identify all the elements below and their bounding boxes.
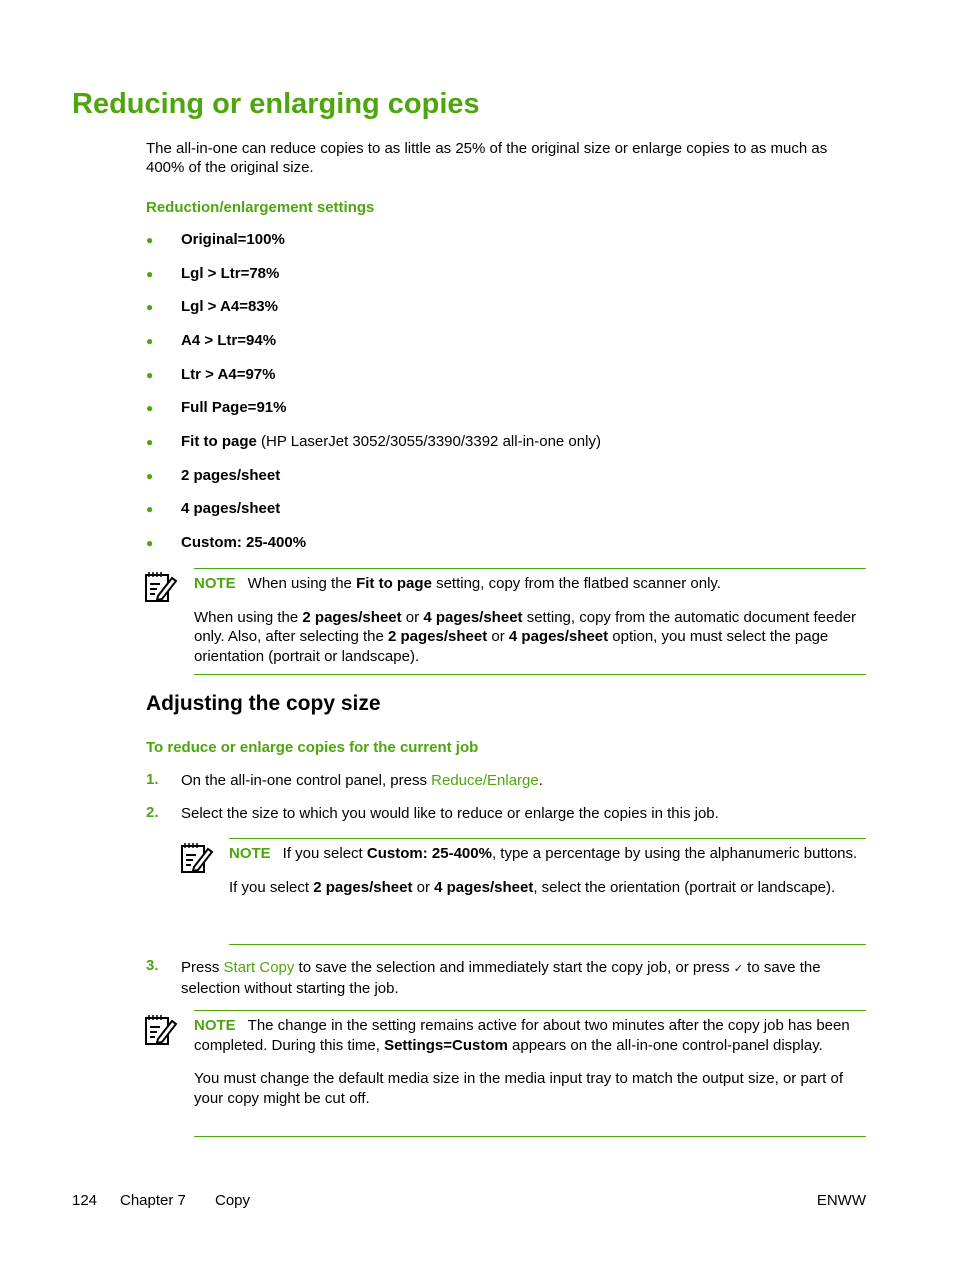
note-icon <box>145 572 178 602</box>
note1-paragraph-2: When using the 2 pages/sheet or 4 pages/… <box>194 608 857 665</box>
step-number: 3. <box>146 957 159 974</box>
reduce-enlarge-button-ref: Reduce/Enlarge <box>431 772 539 789</box>
note2-paragraph-2: If you select 2 pages/sheet or 4 pages/s… <box>229 878 836 896</box>
section-heading: Adjusting the copy size <box>146 692 381 715</box>
note-icon <box>145 1015 178 1045</box>
settings-heading: Reduction/enlargement settings <box>146 199 375 216</box>
bullet-icon: ● <box>146 401 154 415</box>
bullet-icon: ● <box>146 502 154 516</box>
step-number: 2. <box>146 804 159 821</box>
step-number: 1. <box>146 771 159 788</box>
bullet-icon: ● <box>146 435 154 449</box>
footer-page-number: 124 <box>72 1192 98 1209</box>
footer-right: ENWW <box>816 1192 866 1209</box>
bullet-icon: ● <box>146 368 154 382</box>
step-3-text: Press Start Copy to save the selection a… <box>181 959 821 997</box>
intro-paragraph: The all-in-one can reduce copies to as l… <box>146 140 828 176</box>
note3-paragraph-2: You must change the default media size i… <box>194 1070 843 1107</box>
bullet-icon: ● <box>146 536 154 550</box>
step-1-text: On the all-in-one control panel, press R… <box>181 772 543 789</box>
note-label: NOTE <box>194 575 236 592</box>
note1-paragraph-1: NOTE When using the Fit to page setting, … <box>194 575 721 592</box>
bullet-icon: ● <box>146 233 154 247</box>
bullet-icon: ● <box>146 469 154 483</box>
checkmark-icon: ✓ <box>733 963 743 975</box>
start-copy-button-ref: Start Copy <box>223 959 295 976</box>
footer-section: Copy <box>215 1192 251 1209</box>
footer-chapter: Chapter 7 <box>120 1192 186 1209</box>
note-icon <box>181 843 214 873</box>
note-box-3: NOTE The change in the setting remains ac… <box>194 1010 866 1137</box>
procedure-heading: To reduce or enlarge copies for the curr… <box>146 739 479 756</box>
bullet-icon: ● <box>146 334 154 348</box>
note-box-1: NOTE When using the Fit to page setting, … <box>194 568 866 675</box>
step-2-text: Select the size to which you would like … <box>181 805 719 822</box>
bullet-icon: ● <box>146 300 154 314</box>
note3-paragraph-1: NOTE The change in the setting remains ac… <box>194 1017 850 1054</box>
note2-paragraph-1: NOTE If you select Custom: 25-400%, type … <box>229 845 858 862</box>
bullet-icon: ● <box>146 267 154 281</box>
note-box-2: NOTE If you select Custom: 25-400%, type … <box>229 838 866 945</box>
page-title: Reducing or enlarging copies <box>72 88 480 120</box>
